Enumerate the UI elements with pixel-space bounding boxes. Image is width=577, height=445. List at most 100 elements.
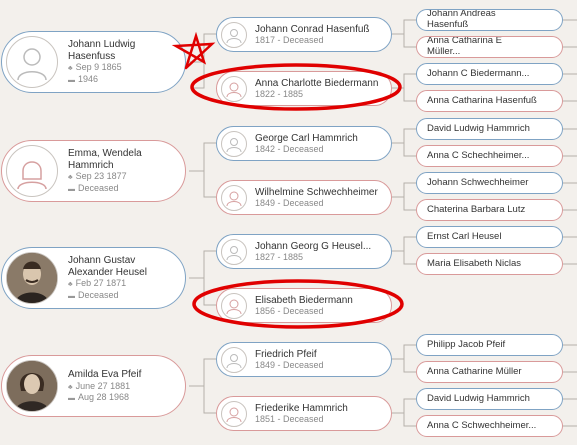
person-name: Johann C Biedermann... <box>427 67 530 79</box>
life-dates: 1827 - 1885 <box>255 252 304 263</box>
life-dates: 1822 - 1885 <box>255 89 304 100</box>
person-card-amilda-eva-pfeif[interactable]: Amilda Eva Pfeif ♣ June 27 1881 ▬ Aug 28 1… <box>1 355 186 417</box>
person-card-small[interactable]: Anna Catharina Hasenfuß <box>416 90 563 112</box>
person-name: Anna Catharina E Müller... <box>427 36 502 57</box>
avatar <box>6 360 58 412</box>
avatar <box>221 238 247 265</box>
tree-icon: ♣ <box>68 174 73 182</box>
person-card-small[interactable]: David Ludwig Hammrich <box>416 118 563 140</box>
portrait-photo-icon <box>7 361 57 411</box>
person-name: Philipp Jacob Pfeif <box>427 338 506 350</box>
person-name: Anna Catharine Müller <box>427 365 522 377</box>
birth-date: June 27 1881 <box>75 380 131 391</box>
tree-icon: ♣ <box>68 281 73 289</box>
male-silhouette-icon <box>226 28 242 43</box>
person-name: Johann Schwechheimer <box>427 176 529 188</box>
person-card-george-carl-hammrich[interactable]: George Carl Hammrich 1842 - Deceased <box>216 126 392 161</box>
female-silhouette-icon <box>226 191 242 206</box>
person-card-small[interactable]: Anna C Schechheimer... <box>416 145 563 167</box>
person-name: George Carl Hammrich <box>255 132 358 144</box>
person-name: Anna C Schechheimer... <box>427 149 530 161</box>
avatar <box>221 184 247 211</box>
grave-icon: ▬ <box>68 394 75 402</box>
person-card-friedrich-pfeif[interactable]: Friedrich Pfeif 1849 - Deceased <box>216 342 392 377</box>
death-date: 1946 <box>78 73 99 84</box>
person-name: Johann Conrad Hasenfuß <box>255 23 370 35</box>
avatar <box>221 292 247 319</box>
person-name: David Ludwig Hammrich <box>427 122 530 134</box>
life-dates: 1842 - Deceased <box>255 144 324 155</box>
person-card-small[interactable]: Ernst Carl Heusel <box>416 226 563 248</box>
birth-date: Sep 23 1877 <box>75 171 127 182</box>
person-card-johann-georg-g-heusel[interactable]: Johann Georg G Heusel... 1827 - 1885 <box>216 234 392 269</box>
female-silhouette-icon <box>226 82 242 97</box>
tree-icon: ♣ <box>68 383 73 391</box>
person-card-wilhelmine-schwechheimer[interactable]: Wilhelmine Schwechheimer 1849 - Deceased <box>216 180 392 215</box>
person-name: Anna Catharina Hasenfuß <box>427 94 537 106</box>
person-name: Friedrich Pfeif <box>255 348 317 360</box>
person-name: Ernst Carl Heusel <box>427 230 502 242</box>
portrait-photo-icon <box>7 253 57 303</box>
person-name: Elisabeth Biedermann <box>255 294 353 306</box>
female-silhouette-icon <box>226 299 242 314</box>
person-card-emma-wendela-hammrich[interactable]: Emma, Wendela Hammrich ♣ Sep 23 1877 ▬ Dec… <box>1 140 186 202</box>
person-card-small[interactable]: Anna Catharina E Müller... <box>416 36 563 58</box>
male-silhouette-icon <box>226 245 242 260</box>
person-card-small[interactable]: Anna C Schwechheimer... <box>416 415 563 437</box>
female-silhouette-icon <box>17 161 47 190</box>
avatar <box>221 21 247 48</box>
tree-icon: ♣ <box>68 65 73 73</box>
life-dates: 1849 - Deceased <box>255 360 324 371</box>
male-silhouette-icon <box>226 137 242 152</box>
person-name: Emma, Wendela Hammrich <box>68 148 142 171</box>
death-date: Deceased <box>78 289 119 300</box>
birth-date: Feb 27 1871 <box>75 278 127 289</box>
person-card-small[interactable]: Chaterina Barbara Lutz <box>416 199 563 221</box>
male-silhouette-icon <box>226 353 242 368</box>
person-card-small[interactable]: Philipp Jacob Pfeif <box>416 334 563 356</box>
person-name: David Ludwig Hammrich <box>427 392 530 404</box>
person-card-johann-ludwig-hasenfuss[interactable]: Johann Ludwig Hasenfuss ♣ Sep 9 1865 ▬ 194… <box>1 31 186 93</box>
person-name: Amilda Eva Pfeif <box>68 369 142 381</box>
life-dates: 1856 - Deceased <box>255 306 324 317</box>
life-dates: 1817 - Deceased <box>255 35 324 46</box>
avatar <box>221 130 247 157</box>
person-card-small[interactable]: Anna Catharine Müller <box>416 361 563 383</box>
grave-icon: ▬ <box>68 292 75 300</box>
death-date: Aug 28 1968 <box>78 391 130 402</box>
person-card-small[interactable]: Johann C Biedermann... <box>416 63 563 85</box>
avatar <box>221 400 247 427</box>
avatar <box>221 75 247 102</box>
avatar <box>221 346 247 373</box>
person-card-friederike-hammrich[interactable]: Friederike Hammrich 1851 - Deceased <box>216 396 392 431</box>
person-card-elisabeth-biedermann[interactable]: Elisabeth Biedermann 1856 - Deceased <box>216 288 392 323</box>
female-silhouette-icon <box>226 407 242 422</box>
person-name: Johann Andreas Hasenfuß <box>427 9 496 30</box>
person-name: Friederike Hammrich <box>255 402 348 414</box>
person-name: Johann Georg G Heusel... <box>255 240 372 252</box>
person-name: Chaterina Barbara Lutz <box>427 203 526 215</box>
grave-icon: ▬ <box>68 185 75 193</box>
person-name: Johann Gustav Alexander Heusel <box>68 255 147 278</box>
avatar <box>6 36 58 88</box>
person-card-small[interactable]: Johann Andreas Hasenfuß <box>416 9 563 31</box>
birth-date: Sep 9 1865 <box>75 62 122 73</box>
person-name: Wilhelmine Schwechheimer <box>255 186 378 198</box>
person-name: Anna C Schwechheimer... <box>427 419 537 431</box>
person-card-johann-gustav-alexander-heusel[interactable]: Johann Gustav Alexander Heusel ♣ Feb 27 1… <box>1 247 186 309</box>
life-dates: 1849 - Deceased <box>255 198 324 209</box>
death-date: Deceased <box>78 182 119 193</box>
person-card-small[interactable]: Maria Elisabeth Niclas <box>416 253 563 275</box>
person-card-small[interactable]: David Ludwig Hammrich <box>416 388 563 410</box>
person-card-small[interactable]: Johann Schwechheimer <box>416 172 563 194</box>
life-dates: 1851 - Deceased <box>255 414 324 425</box>
person-name: Maria Elisabeth Niclas <box>427 257 521 269</box>
grave-icon: ▬ <box>68 76 75 84</box>
avatar <box>6 145 58 197</box>
person-card-anna-charlotte-biedermann[interactable]: Anna Charlotte Biedermann 1822 - 1885 <box>216 71 392 106</box>
male-silhouette-icon <box>17 48 47 81</box>
person-card-johann-conrad-hasenfuss[interactable]: Johann Conrad Hasenfuß 1817 - Deceased <box>216 17 392 52</box>
person-name: Anna Charlotte Biedermann <box>255 77 379 89</box>
avatar <box>6 252 58 304</box>
person-name: Johann Ludwig Hasenfuss <box>68 39 136 62</box>
